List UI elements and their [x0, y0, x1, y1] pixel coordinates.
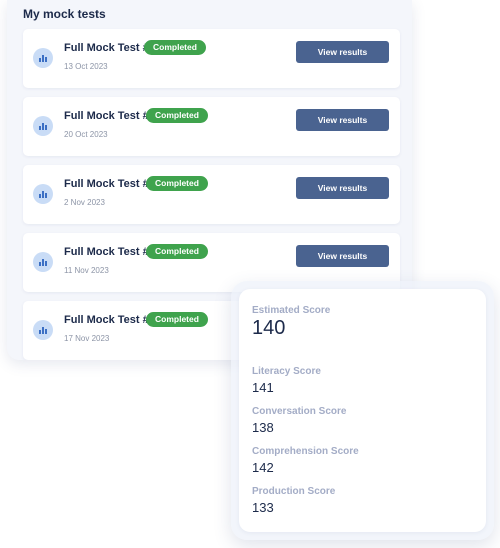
- production-score-label: Production Score: [252, 486, 336, 497]
- comprehension-score-label: Comprehension Score: [252, 446, 359, 457]
- mock-test-date: 2 Nov 2023: [64, 198, 105, 207]
- panel-title: My mock tests: [23, 7, 106, 21]
- view-results-button[interactable]: View results: [296, 41, 389, 63]
- bar-chart-icon: [33, 116, 53, 136]
- mock-test-date: 11 Nov 2023: [64, 266, 109, 275]
- mock-test-name: Full Mock Test #4: [64, 246, 155, 258]
- comprehension-score-value: 142: [252, 460, 274, 475]
- bar-chart-icon: [33, 184, 53, 204]
- status-badge: Completed: [146, 176, 208, 191]
- view-results-button[interactable]: View results: [296, 177, 389, 199]
- mock-test-date: 20 Oct 2023: [64, 130, 108, 139]
- estimated-score-label: Estimated Score: [252, 305, 331, 316]
- literacy-score-value: 141: [252, 380, 274, 395]
- mock-test-date: 13 Oct 2023: [64, 62, 108, 71]
- status-badge: Completed: [146, 244, 208, 259]
- bar-chart-icon: [33, 252, 53, 272]
- mock-test-name: Full Mock Test #3: [64, 178, 155, 190]
- status-badge: Completed: [146, 108, 208, 123]
- mock-test-name: Full Mock Test #2: [64, 110, 155, 122]
- scores-panel: Estimated Score 140 Literacy Score 141 C…: [239, 289, 486, 532]
- bar-chart-icon: [33, 48, 53, 68]
- conversation-score-label: Conversation Score: [252, 406, 347, 417]
- mock-test-card: Full Mock Test #2 Completed 20 Oct 2023 …: [23, 97, 400, 156]
- estimated-score-value: 140: [252, 317, 286, 339]
- mock-test-date: 17 Nov 2023: [64, 334, 110, 343]
- literacy-score-label: Literacy Score: [252, 366, 321, 377]
- status-badge: Completed: [144, 40, 206, 55]
- mock-test-name: Full Mock Test #5: [64, 314, 155, 326]
- view-results-button[interactable]: View results: [296, 109, 389, 131]
- mock-test-card: Full Mock Test #1 Completed 13 Oct 2023 …: [23, 29, 400, 88]
- mock-test-name: Full Mock Test #1: [64, 42, 155, 54]
- conversation-score-value: 138: [252, 420, 274, 435]
- mock-test-card: Full Mock Test #3 Completed 2 Nov 2023 V…: [23, 165, 400, 224]
- view-results-button[interactable]: View results: [296, 245, 389, 267]
- status-badge: Completed: [146, 312, 208, 327]
- bar-chart-icon: [33, 320, 53, 340]
- production-score-value: 133: [252, 500, 274, 515]
- scores-card-frame: Estimated Score 140 Literacy Score 141 C…: [231, 281, 494, 540]
